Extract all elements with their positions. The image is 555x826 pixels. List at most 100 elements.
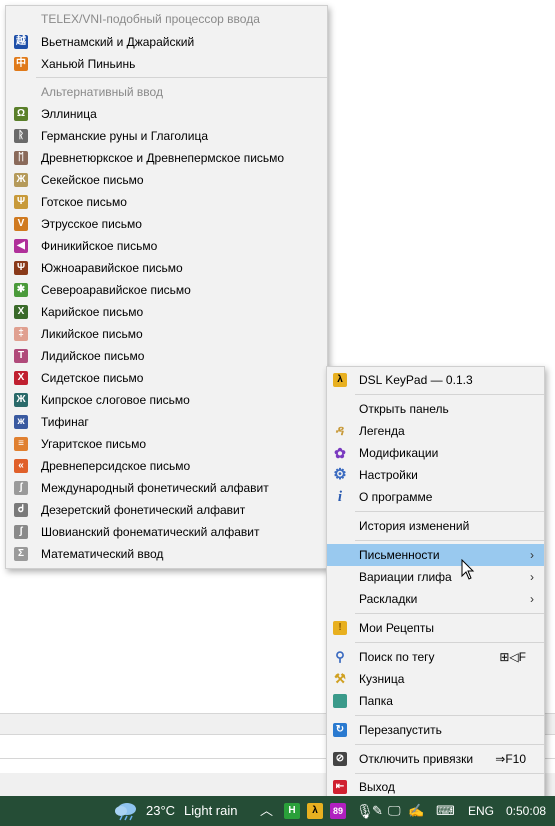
layouts-item[interactable]: Раскладки › — [327, 588, 544, 610]
info-icon: i — [337, 489, 343, 505]
pinyin-icon: 中 — [14, 57, 28, 71]
script-menu-item[interactable]: ᚱ Германские руны и Глаголица — [6, 125, 327, 147]
gear-icon: ⚙ — [333, 466, 347, 483]
script-menu-item-label: Древнетюркское и Древнепермское письмо — [41, 151, 285, 165]
touch-keyboard-icon[interactable]: ✍ — [408, 796, 424, 826]
search-by-tag-item[interactable]: ⚲ Поиск по тегу ⊞◁F — [327, 646, 544, 668]
ugaritic-icon: ≡ — [14, 437, 28, 451]
search-icon: ⚲ — [335, 649, 345, 664]
script-menu-item-label: Этрусское письмо — [41, 217, 142, 231]
szekely-icon: Ж — [14, 173, 28, 187]
menu-separator — [355, 511, 544, 512]
script-menu-item-label: Карийское письмо — [41, 305, 144, 319]
viet-icon: 越 — [14, 35, 28, 49]
scripts-submenu: TELEX/VNI-подобный процессор ввода 越 Вьет… — [5, 5, 328, 569]
menu-separator — [355, 744, 544, 745]
h-app-icon[interactable]: H — [284, 803, 300, 819]
exit-item[interactable]: ⇤ Выход — [327, 776, 544, 798]
settings-item[interactable]: ⚙ Настройки — [327, 464, 544, 486]
north-arabian-icon: ✱ — [14, 283, 28, 297]
glyph-variations-item[interactable]: Вариации глифа › — [327, 566, 544, 588]
script-menu-item-label: Финикийское письмо — [41, 239, 158, 253]
chevron-right-icon: › — [530, 592, 534, 606]
folder-item[interactable]: Папка — [327, 690, 544, 712]
script-menu-item-label: Секейское письмо — [41, 173, 144, 187]
lycian-icon: ‡ — [14, 327, 28, 341]
south-arabian-icon: Ψ — [14, 261, 28, 275]
menu-separator — [355, 613, 544, 614]
script-menu-item-label: Международный фонетический алфавит — [41, 481, 269, 495]
script-menu-item[interactable]: ж Тифинаг — [6, 411, 327, 433]
open-panel-item[interactable]: Открыть панель — [327, 398, 544, 420]
chevron-up-icon[interactable]: ︿ — [260, 796, 273, 826]
script-menu-item[interactable]: X Сидетское письмо — [6, 367, 327, 389]
cypriot-icon: Ж — [14, 393, 28, 407]
script-menu-item[interactable]: 中 Ханьюй Пиньинь — [6, 53, 327, 75]
script-menu-item[interactable]: Ω Эллиница — [6, 103, 327, 125]
script-menu-item[interactable]: Ψ Готское письмо — [6, 191, 327, 213]
changelog-item[interactable]: История изменений — [327, 515, 544, 537]
forge-item[interactable]: ⚒ Кузница — [327, 668, 544, 690]
script-menu-item[interactable]: Ж Кипрское слоговое письмо — [6, 389, 327, 411]
script-menu-item-label: Сидетское письмо — [41, 371, 144, 385]
badge-tray-icon[interactable]: 89 — [330, 803, 346, 819]
tifinagh-icon: ж — [14, 415, 28, 429]
script-menu-item[interactable]: ʃ Международный фонетический алфавит — [6, 477, 327, 499]
script-menu-item-label: Готское письмо — [41, 195, 127, 209]
script-menu-item[interactable]: X Карийское письмо — [6, 301, 327, 323]
script-menu-item[interactable]: Ж Секейское письмо — [6, 169, 327, 191]
restart-icon: ↻ — [333, 723, 347, 737]
anvil-icon: ⚒ — [334, 671, 346, 686]
script-menu-item-label: Вьетнамский и Джарайский — [41, 35, 195, 49]
script-menu-item-label: Южноаравийское письмо — [41, 261, 183, 275]
about-item[interactable]: i О программе — [327, 486, 544, 508]
language-indicator[interactable]: ENG — [468, 796, 494, 826]
script-menu-item[interactable]: ◀ Финикийское письмо — [6, 235, 327, 257]
tray-context-menu: λ DSL KeyPad — 0.1.3 Открыть панель ዳ Ле… — [326, 366, 545, 799]
recipe-book-icon: ! — [333, 621, 347, 635]
script-menu-item-label: Ханьюй Пиньинь — [41, 57, 136, 71]
disable-bindings-item[interactable]: ⊘ Отключить привязки ⇒F10 — [327, 748, 544, 770]
script-menu-item[interactable]: V Этрусское письмо — [6, 213, 327, 235]
clock[interactable]: 0:50:08 — [506, 796, 546, 826]
lydian-icon: T — [14, 349, 28, 363]
script-menu-item[interactable]: ≡ Угаритское письмо — [6, 433, 327, 455]
script-menu-item[interactable]: ʃ Шовианский фонематический алфавит — [6, 521, 327, 543]
modifications-item[interactable]: ✿ Модификации — [327, 442, 544, 464]
exit-icon: ⇤ — [333, 780, 347, 794]
my-recipes-item[interactable]: ! Мои Рецепты — [327, 617, 544, 639]
script-menu-item[interactable]: ᛖ Древнетюркское и Древнепермское письмо — [6, 147, 327, 169]
deseret-icon: Ꮷ — [14, 503, 28, 517]
keyboard-icon[interactable]: ⌨ — [436, 796, 455, 826]
menu-separator — [355, 540, 544, 541]
folder-icon — [333, 694, 347, 708]
gothic-icon: Ψ — [14, 195, 28, 209]
etruscan-icon: V — [14, 217, 28, 231]
weather-temp[interactable]: 23°C — [146, 796, 175, 826]
legend-item[interactable]: ዳ Легенда — [327, 420, 544, 442]
chevron-right-icon: › — [530, 570, 534, 584]
script-menu-item[interactable]: Ꮷ Дезеретский фонетический алфавит — [6, 499, 327, 521]
script-menu-item[interactable]: « Древнеперсидское письмо — [6, 455, 327, 477]
lambda-icon: λ — [333, 373, 347, 387]
script-menu-item[interactable]: T Лидийское письмо — [6, 345, 327, 367]
script-menu-item[interactable]: Ψ Южноаравийское письмо — [6, 257, 327, 279]
phoenician-icon: ◀ — [14, 239, 28, 253]
network-icon[interactable]: 🖵 — [388, 796, 401, 826]
sidetic-icon: X — [14, 371, 28, 385]
script-menu-item-label: Кипрское слоговое письмо — [41, 393, 190, 407]
pen-icon[interactable]: ✎ — [372, 796, 383, 826]
restart-item[interactable]: ↻ Перезапустить — [327, 719, 544, 741]
script-menu-item[interactable]: ‡ Ликийское письмо — [6, 323, 327, 345]
script-menu-item[interactable]: ✱ Североаравийское письмо — [6, 279, 327, 301]
script-menu-item[interactable]: 越 Вьетнамский и Джарайский — [6, 31, 327, 53]
taskbar: 23°C Light rain ︿ H λ 89 🎙 ✎ 🖵 ✍ ⌨ ENG 0… — [0, 796, 555, 826]
script-menu-item-label: Германские руны и Глаголица — [41, 129, 208, 143]
script-menu-item[interactable]: Σ Математический ввод — [6, 543, 327, 565]
weather-condition[interactable]: Light rain — [184, 796, 237, 826]
old-persian-icon: « — [14, 459, 28, 473]
app-title-item[interactable]: λ DSL KeyPad — 0.1.3 — [327, 369, 544, 391]
scripts-item[interactable]: Письменности › — [327, 544, 544, 566]
script-menu-item-label: Дезеретский фонетический алфавит — [41, 503, 246, 517]
lambda-tray-icon[interactable]: λ — [307, 803, 323, 819]
